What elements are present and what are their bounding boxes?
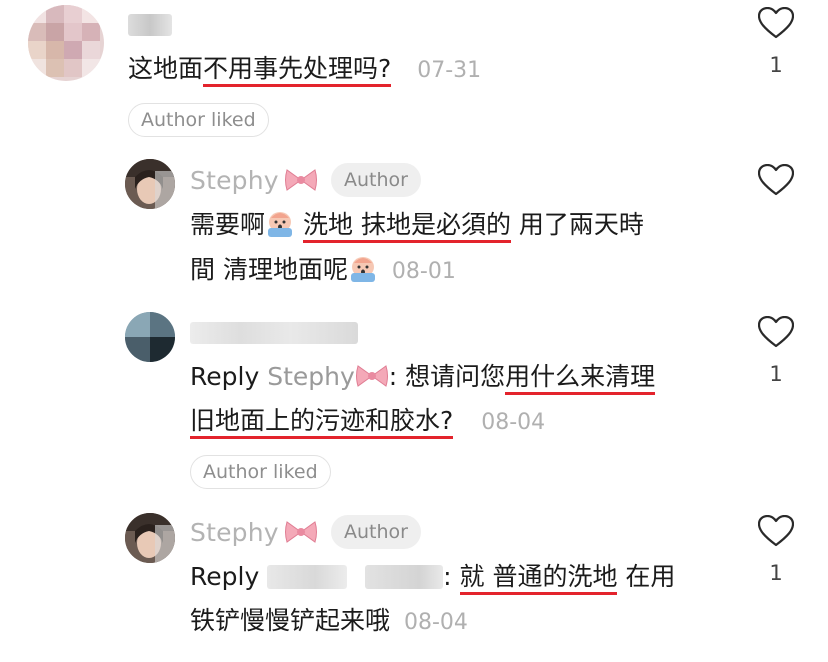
comment-text: Reply Stephy : 想请问您用什么来清理	[190, 355, 656, 399]
like-button[interactable]: 1	[757, 514, 795, 585]
heart-outline-icon	[757, 315, 795, 348]
like-count: 1	[769, 53, 783, 77]
like-button[interactable]: 1	[757, 315, 795, 386]
comment-date: 07-31	[417, 58, 482, 83]
heart-outline-icon	[757, 514, 795, 547]
pink-bow-emoji	[284, 521, 317, 543]
like-count: 1	[769, 362, 783, 386]
scared-face-emoji	[268, 212, 293, 237]
comment-text-line2: 間 清理地面呢 08-01	[190, 255, 456, 284]
reply-to-username-redacted	[365, 565, 444, 589]
comment-text: 这地面不用事先处理吗? 07-31	[128, 47, 481, 93]
author-liked-badge: Author liked	[190, 455, 331, 489]
comment-text-line2: 铁铲慢慢铲起来哦 08-04	[190, 606, 468, 635]
heart-outline-icon	[757, 6, 795, 39]
scared-face-emoji	[350, 257, 375, 282]
avatar-photo	[125, 159, 175, 209]
avatar-commenter-2[interactable]	[125, 312, 175, 362]
username-redacted[interactable]	[190, 322, 358, 344]
comment-text: 需要啊 洗地 抹地是必須的 用了兩天時	[190, 203, 644, 247]
like-button[interactable]: 1	[757, 6, 795, 77]
avatar-stephy[interactable]	[125, 159, 175, 209]
author-liked-badge: Author liked	[128, 103, 269, 137]
comment-text: Reply : 就 普通的洗地 在用	[190, 555, 675, 599]
comment-date: 08-04	[481, 410, 546, 435]
reply-to-username[interactable]: Stephy	[267, 362, 355, 391]
username[interactable]: Stephy	[190, 166, 279, 195]
comment-date: 08-04	[403, 610, 468, 635]
avatar-stephy[interactable]	[125, 513, 175, 563]
username[interactable]: Stephy	[190, 518, 279, 547]
avatar-commenter-1[interactable]	[28, 5, 104, 81]
username-redacted[interactable]	[128, 14, 172, 36]
author-badge: Author	[330, 163, 421, 197]
heart-outline-icon	[757, 163, 795, 196]
comment-text-line2: 旧地面上的污迹和胶水? 08-04	[190, 399, 545, 445]
pink-bow-emoji	[284, 169, 317, 191]
pink-bow-emoji	[355, 365, 388, 387]
like-count: 1	[769, 561, 783, 585]
reply-to-username-redacted[interactable]	[267, 565, 348, 589]
like-button[interactable]	[757, 163, 795, 200]
author-badge: Author	[330, 515, 421, 549]
avatar-photo	[125, 513, 175, 563]
comment-date: 08-01	[391, 259, 456, 284]
